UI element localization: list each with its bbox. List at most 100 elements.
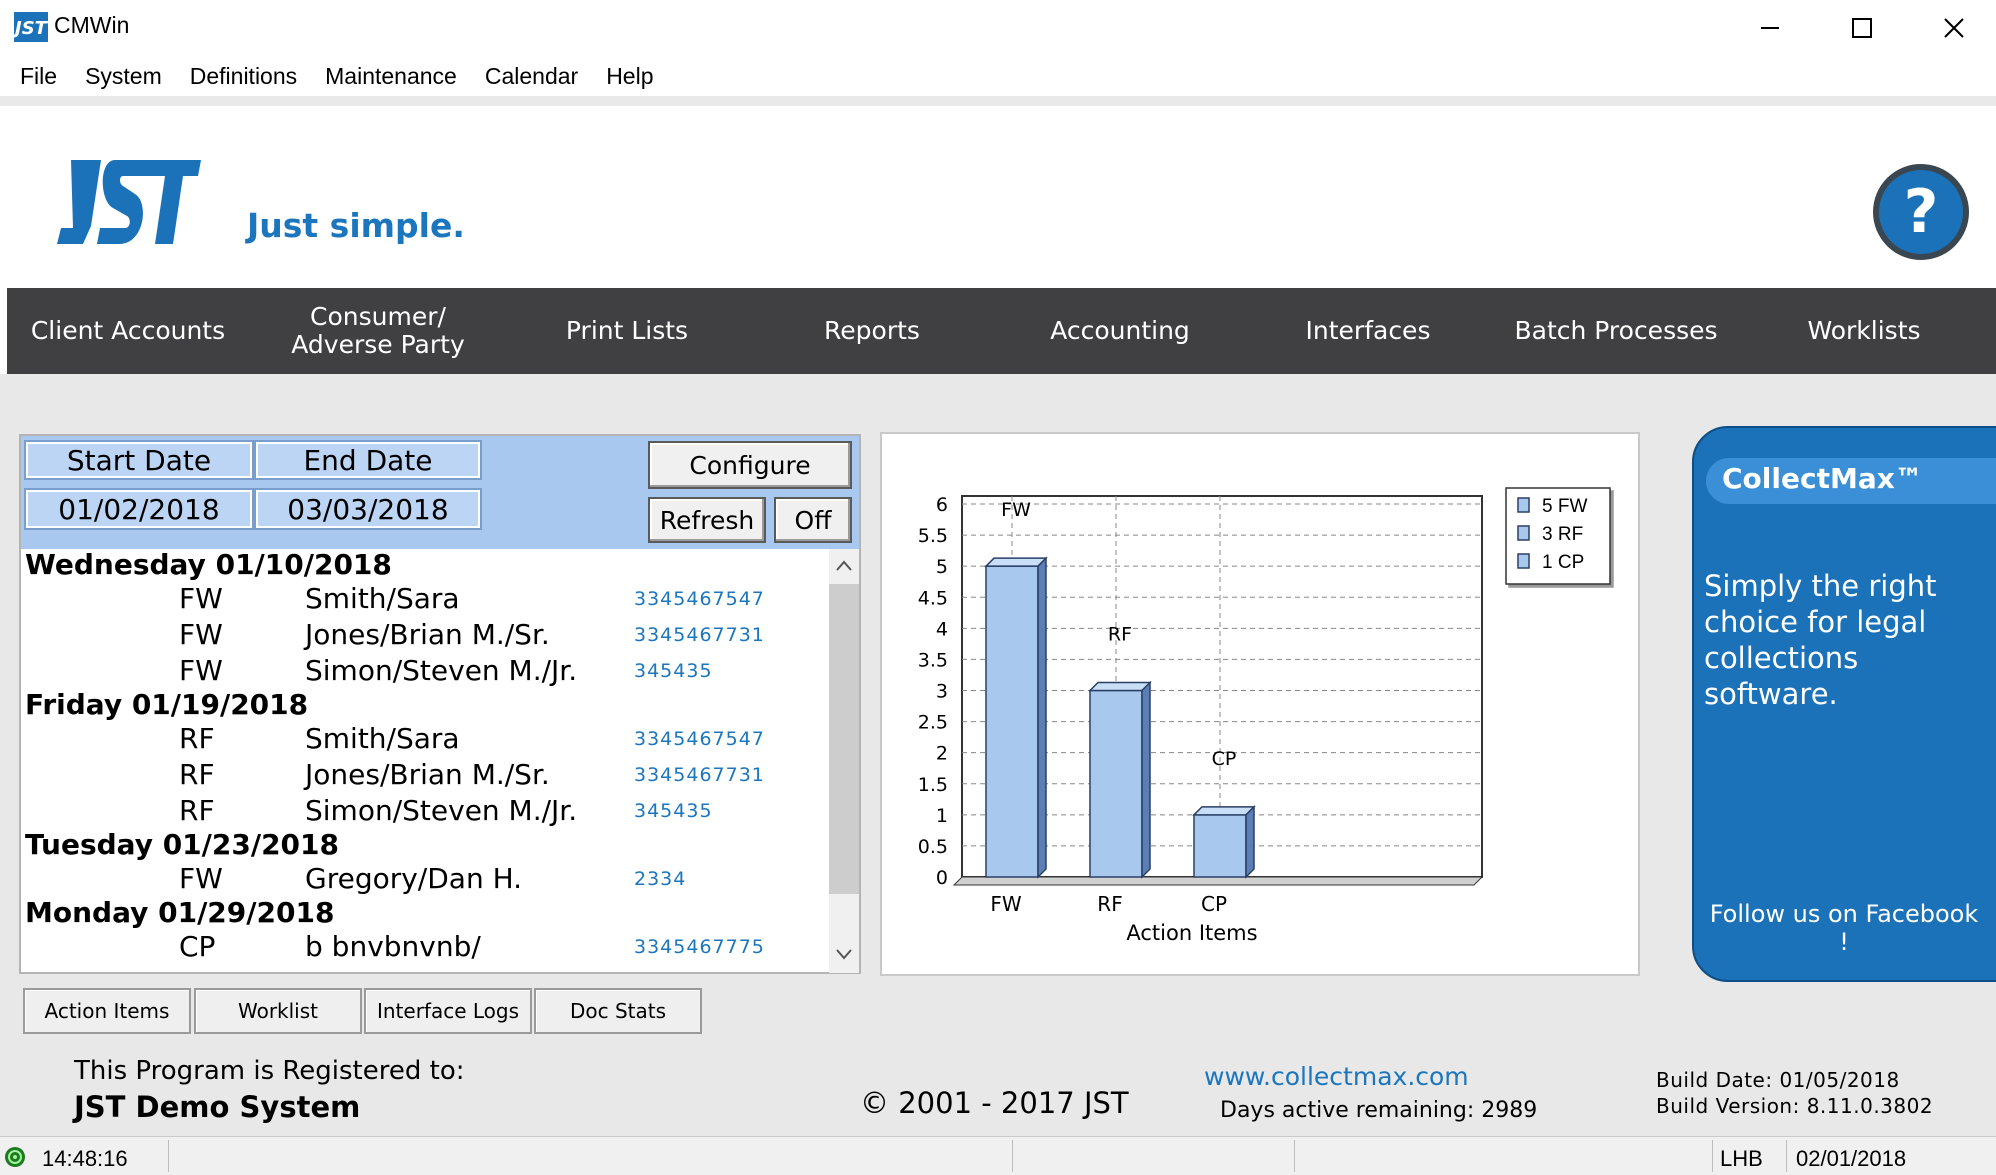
y-tick-label: 5 <box>936 556 948 578</box>
scroll-up-icon[interactable] <box>833 556 855 576</box>
entry-number-link[interactable]: 3345467547 <box>634 581 765 617</box>
menu-definitions[interactable]: Definitions <box>176 59 311 94</box>
entry-number-link[interactable]: 3345467731 <box>634 617 765 653</box>
entry-number-link[interactable]: 345435 <box>634 653 713 689</box>
nav-accounting[interactable]: Accounting <box>997 317 1243 345</box>
start-date-field[interactable]: 01/02/2018 <box>24 488 254 530</box>
entry-name: Simon/Steven M./Jr. <box>305 654 578 687</box>
facebook-link[interactable]: Follow us on Facebook ! <box>1706 900 1982 956</box>
nav-client-accounts[interactable]: Client Accounts <box>7 317 249 345</box>
configure-button[interactable]: Configure <box>648 441 852 489</box>
bar-top <box>1192 806 1256 816</box>
registered-name: JST Demo System <box>74 1090 361 1124</box>
bar-side <box>1245 805 1255 879</box>
tab-worklist[interactable]: Worklist <box>194 988 362 1034</box>
menu-system[interactable]: System <box>71 59 176 94</box>
menu-maintenance[interactable]: Maintenance <box>311 59 471 94</box>
app-icon: JST <box>14 12 48 42</box>
menu-help[interactable]: Help <box>592 59 667 94</box>
scroll-down-icon[interactable] <box>833 944 855 964</box>
entry-code: FW <box>179 862 223 895</box>
entry-number-link[interactable]: 2334 <box>634 861 686 897</box>
status-divider <box>168 1140 169 1172</box>
nav-reports[interactable]: Reports <box>747 317 997 345</box>
maximize-button[interactable] <box>1832 6 1892 50</box>
title-bar <box>0 0 1996 56</box>
promo-text: Simply the right choice for legal collec… <box>1704 569 1937 711</box>
close-icon <box>1944 18 1964 38</box>
entry-code: RF <box>179 794 215 827</box>
days-active: Days active remaining: 2989 <box>1220 1098 1538 1123</box>
day-header: Wednesday 01/10/2018 <box>25 549 392 581</box>
nav-consumer-adverse-party[interactable]: Consumer/ Adverse Party <box>249 303 507 359</box>
nav-worklists[interactable]: Worklists <box>1739 317 1989 345</box>
entry-code: RF <box>179 758 215 791</box>
bar <box>1193 814 1247 878</box>
refresh-button[interactable]: Refresh <box>648 497 766 543</box>
website-link[interactable]: www.collectmax.com <box>1204 1062 1469 1091</box>
build-version: Build Version: 8.11.0.3802 <box>1656 1094 1934 1118</box>
list-item[interactable]: RF Jones/Brian M./Sr. 3345467731 <box>21 757 829 793</box>
bar <box>985 565 1039 878</box>
bar-top <box>984 557 1048 567</box>
y-tick-label: 4 <box>936 618 948 640</box>
nav-interfaces[interactable]: Interfaces <box>1243 317 1493 345</box>
day-header: Tuesday 01/23/2018 <box>25 828 340 861</box>
minimize-button[interactable] <box>1740 6 1800 50</box>
list-item[interactable]: CP b bnvbnvnb/ 3345467775 <box>21 929 829 965</box>
bar-top <box>1088 681 1152 692</box>
y-tick-label: 3 <box>936 681 948 703</box>
tab-interface-logs[interactable]: Interface Logs <box>364 988 532 1034</box>
menu-file[interactable]: File <box>6 59 71 94</box>
x-axis-label: Action Items <box>1126 921 1257 945</box>
list-item[interactable]: FW Gregory/Dan H. 2334 <box>21 861 829 897</box>
list-item[interactable]: RF Simon/Steven M./Jr. 345435 <box>21 793 829 829</box>
nav-batch-processes[interactable]: Batch Processes <box>1493 317 1739 345</box>
main-nav: Client Accounts Consumer/ Adverse Party … <box>7 288 1996 374</box>
entry-number-link[interactable]: 3345467547 <box>634 721 765 757</box>
entry-number-link[interactable]: 3345467731 <box>634 757 765 793</box>
copyright: © 2001 - 2017 JST <box>860 1086 1129 1120</box>
nav-print-lists[interactable]: Print Lists <box>507 317 747 345</box>
header: Just simple. ? <box>7 106 1996 288</box>
entry-name: Smith/Sara <box>305 582 460 615</box>
day-header: Monday 01/29/2018 <box>25 896 335 929</box>
bar-data-label: CP <box>1212 748 1237 770</box>
action-items-chart: 0 0.5 1 1.5 2 2.5 3 3.5 4 4.5 5 5.5 6 FW FW RF RF CP CP Act… <box>918 487 1611 945</box>
entry-code: FW <box>179 582 223 615</box>
day-header: Friday 01/19/2018 <box>25 688 309 721</box>
tab-doc-stats[interactable]: Doc Stats <box>534 988 702 1034</box>
tab-action-items[interactable]: Action Items <box>23 988 191 1034</box>
entry-name: Jones/Brian M./Sr. <box>305 618 550 651</box>
close-button[interactable] <box>1924 6 1984 50</box>
list-item[interactable]: FW Jones/Brian M./Sr. 3345467731 <box>21 617 829 653</box>
end-date-field[interactable]: 03/03/2018 <box>254 488 482 530</box>
status-date: 02/01/2018 <box>1796 1146 1907 1171</box>
entry-name: Simon/Steven M./Jr. <box>305 794 578 827</box>
menu-calendar[interactable]: Calendar <box>471 59 592 94</box>
list-item[interactable]: RF Smith/Sara 3345467547 <box>21 721 829 757</box>
bar-side <box>1141 680 1151 879</box>
entry-name: Smith/Sara <box>305 722 460 755</box>
bar-side <box>1037 556 1047 879</box>
entry-code: FW <box>179 654 223 687</box>
help-button[interactable]: ? <box>1873 164 1969 260</box>
list-item[interactable]: FW Simon/Steven M./Jr. 345435 <box>21 653 829 689</box>
status-divider <box>1294 1140 1295 1172</box>
entry-number-link[interactable]: 345435 <box>634 793 713 829</box>
y-tick-label: 6 <box>936 494 948 516</box>
menu-bar: File System Definitions Maintenance Cale… <box>0 56 1996 96</box>
off-button[interactable]: Off <box>774 497 852 543</box>
registered-label: This Program is Registered to: <box>74 1056 465 1086</box>
status-divider <box>1012 1140 1013 1172</box>
entry-name: Gregory/Dan H. <box>305 862 523 895</box>
entry-code: RF <box>179 722 215 755</box>
bar-data-label: RF <box>1108 624 1132 646</box>
y-tick-label: 4.5 <box>918 587 948 609</box>
legend-swatch <box>1517 525 1530 541</box>
y-tick-label: 1.5 <box>918 774 948 796</box>
entry-number-link[interactable]: 3345467775 <box>634 929 765 965</box>
legend-label: 3 RF <box>1542 524 1583 545</box>
list-item[interactable]: FW Smith/Sara 3345467547 <box>21 581 829 617</box>
scrollbar-thumb[interactable] <box>829 584 859 894</box>
